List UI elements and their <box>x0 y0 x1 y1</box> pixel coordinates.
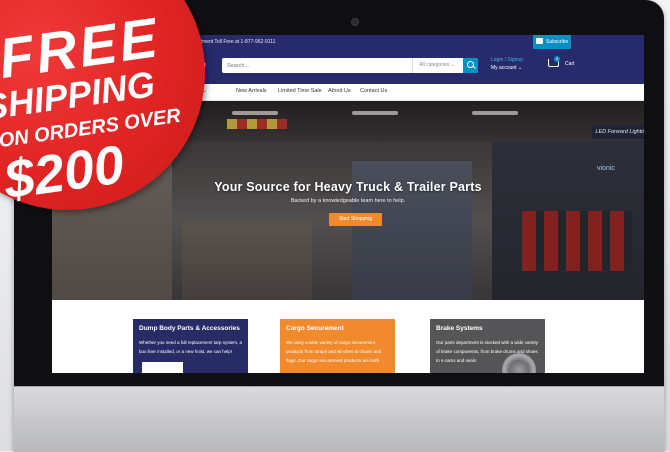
category-card-desc: Whether you need a full replacement tarp… <box>139 340 243 354</box>
start-shopping-button[interactable]: Start Shopping <box>329 213 382 226</box>
nav-item-about[interactable]: About Us <box>328 88 351 94</box>
login-link[interactable]: Login / Signup <box>491 57 523 63</box>
subscribe-button[interactable]: Subscribe <box>533 35 571 49</box>
category-card-title: Brake Systems <box>436 325 483 332</box>
search-input[interactable] <box>222 58 412 73</box>
subscribe-label: Subscribe <box>546 39 569 45</box>
account-menu[interactable]: Login / Signup My account ⌄ <box>491 57 523 71</box>
cart-count-badge: 0 <box>554 56 560 62</box>
camera-icon <box>351 18 359 26</box>
my-account-label: My account <box>491 65 517 71</box>
category-card-title: Dump Body Parts & Accessories <box>139 325 240 332</box>
nav-item-limited-sale[interactable]: Limited Time Sale <box>278 88 322 94</box>
category-card-title: Cargo Securement <box>286 325 344 332</box>
category-select[interactable]: All categories ⌄ <box>412 58 461 73</box>
search-button[interactable] <box>463 58 478 73</box>
category-select-label: All categories <box>419 62 450 68</box>
search-bar: All categories ⌄ <box>222 58 478 73</box>
mail-icon <box>536 38 543 44</box>
cart-label: Cart <box>565 61 575 67</box>
led-lighting-sign: LED Forward Lighting <box>592 125 644 139</box>
category-card-dump-body[interactable]: Dump Body Parts & Accessories Whether yo… <box>133 319 248 373</box>
nav-item-new-arrivals[interactable]: New Arrivals <box>236 88 267 94</box>
category-card-cargo[interactable]: Cargo Securement We carry a wide variety… <box>280 319 395 373</box>
category-card-desc: We carry a wide variety of cargo securem… <box>286 340 382 363</box>
category-cards: Dump Body Parts & Accessories Whether yo… <box>52 300 644 373</box>
vionic-sign: vionic <box>597 165 615 172</box>
monitor-chin <box>14 386 664 452</box>
nav-item-contact[interactable]: Contact Us <box>360 88 387 94</box>
hero-subtitle: Backed by a knowledgeable team here to h… <box>290 198 406 204</box>
category-card-brakes[interactable]: Brake Systems Our parts department is st… <box>430 319 545 373</box>
